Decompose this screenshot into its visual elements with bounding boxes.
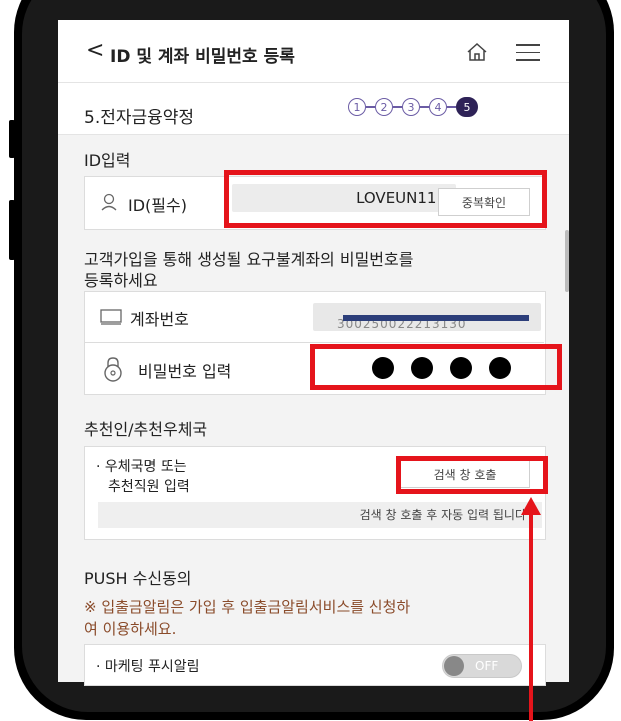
notice-line-2: 여 이용하세요. [84,620,177,638]
user-icon [101,193,117,211]
step-title: 5.전자금융약정 [84,108,195,128]
push-section-heading: PUSH 수신동의 [84,569,192,588]
app-header: < ID 및 계좌 비밀번호 등록 [58,20,569,83]
notice-line-1: ※ 입출금알림은 가입 후 입출금알림서비스를 신청하 [84,598,411,616]
phone-side-button-right [606,180,612,260]
password-section-heading-2: 등록하세요 [84,271,158,290]
annotation-box-search [396,456,548,494]
scrollbar[interactable] [565,230,569,292]
marketing-push-label: · 마케팅 푸시알림 [96,659,200,675]
step-connector [420,106,429,108]
step-connector [366,106,375,108]
hamburger-menu-icon[interactable] [516,44,540,62]
phone-side-button-left [9,120,15,158]
lock-icon [104,357,122,382]
divider [84,342,544,343]
step-3: 3 [402,98,420,116]
recommender-field-label-2: 추천직원 입력 [108,479,190,495]
annotation-arrow-line [529,513,533,721]
auto-fill-note: 검색 창 호출 후 자동 입력 됩니다 [98,502,542,528]
recommender-field-label-1: · 우체국명 또는 [96,459,187,475]
toggle-state-label: OFF [475,659,499,673]
account-number-value: 300250022213130 [313,303,541,331]
home-icon[interactable] [466,42,488,62]
step-2: 2 [375,98,393,116]
passbook-icon [100,309,122,325]
annotation-box-id [224,170,547,228]
id-field-label: ID(필수) [128,196,187,215]
step-5-active: 5 [456,97,478,117]
step-connector [393,106,402,108]
step-connector [447,106,456,108]
marketing-push-toggle[interactable]: OFF [442,654,522,678]
step-progress: 1 2 3 4 5 [348,97,478,117]
redaction-bar [343,315,529,321]
id-section-heading: ID입력 [84,151,131,170]
step-4: 4 [429,98,447,116]
page-title: ID 및 계좌 비밀번호 등록 [110,47,295,67]
step-1: 1 [348,98,366,116]
account-number-label: 계좌번호 [130,310,189,329]
step-indicator-row: 5.전자금융약정 1 2 3 4 5 [58,82,569,135]
phone-side-button-left-2 [9,200,15,260]
toggle-knob [444,656,464,676]
password-input-label: 비밀번호 입력 [138,362,232,381]
annotation-box-password [310,344,562,390]
back-icon[interactable]: < [86,38,104,63]
recommender-section-heading: 추천인/추천우체국 [84,420,208,439]
